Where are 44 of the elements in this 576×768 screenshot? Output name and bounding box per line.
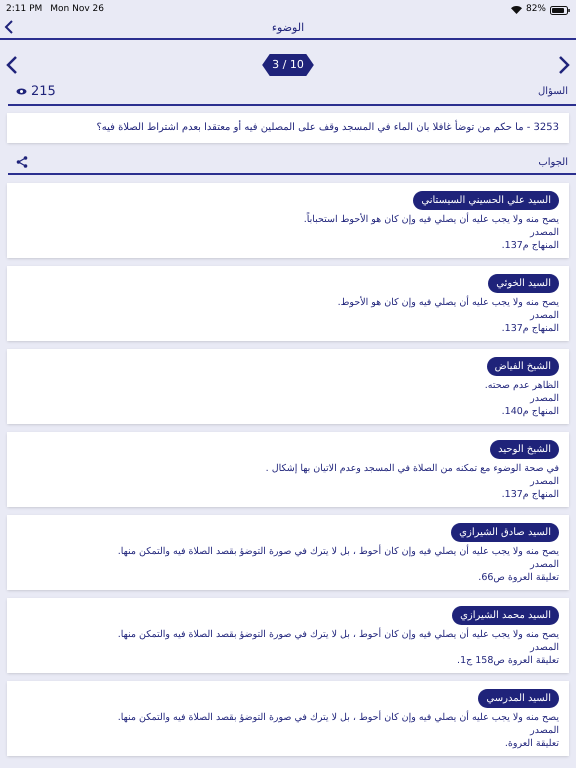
battery-percent: 82% xyxy=(526,3,546,16)
wifi-icon xyxy=(510,6,522,14)
answer-text: الظاهر عدم صحته. xyxy=(484,378,559,392)
scholar-badge: السيد الخوئي xyxy=(488,274,559,292)
source-label: المصدر xyxy=(530,474,559,488)
answer-text: يصح منه ولا يجب عليه أن يصلي فيه وإن كان أحوط ، بل لا يترك في صورة التوضؤ بقصد الصلاة فيه والتمكن منها. xyxy=(118,710,559,724)
status-time: 2:11 PM xyxy=(6,3,42,16)
source-label: المصدر xyxy=(530,226,559,238)
source-reference: تعليقة العروة ص158 ج1. xyxy=(457,654,559,666)
share-button[interactable] xyxy=(16,156,28,168)
scholar-badge: السيد محمد الشيرازي xyxy=(452,606,559,624)
source-reference: المنهاج م137. xyxy=(502,322,559,334)
scholar-badge: السيد علي الحسيني السيستاني xyxy=(413,190,559,210)
back-button[interactable] xyxy=(4,20,14,34)
source-label: المصدر xyxy=(530,640,559,654)
eye-icon xyxy=(16,88,27,96)
scholar-badge: السيد صادق الشيرازي xyxy=(451,522,559,542)
section-heading: السؤال xyxy=(538,85,568,100)
answer-text: يصح منه ولا يجب عليه أن يصلي فيه وإن كان أحوط ، بل لا يترك في صورة التوضؤ بقصد الصلاة فيه والتمكن منها. xyxy=(118,628,559,640)
section-heading: الجواب xyxy=(538,156,568,170)
previous-button[interactable] xyxy=(6,56,18,74)
source-reference: تعليقة العروة. xyxy=(504,736,559,750)
answer-text: يصح منه ولا يجب عليه أن يصلي فيه وإن كان هو الأحوط. xyxy=(338,296,559,308)
source-reference: تعليقة العروة ص66. xyxy=(478,570,559,584)
source-label: المصدر xyxy=(530,308,559,322)
source-label: المصدر xyxy=(530,558,559,570)
source-label: المصدر xyxy=(530,392,559,404)
status-date: Mon Nov 26 xyxy=(50,3,104,16)
answer-text: يصح منه ولا يجب عليه أن يصلي فيه وإن كان أحوط ، بل لا يترك في صورة التوضؤ بقصد الصلاة فيه والتمكن منها. xyxy=(118,544,559,558)
scholar-badge: الشيخ الوحيد xyxy=(490,440,559,458)
answer-text: يصح منه ولا يجب عليه أن يصلي فيه وإن كان هو الأحوط استحباباً. xyxy=(304,212,559,226)
nav-title: الوضوء xyxy=(272,20,304,36)
source-reference: المنهاج م137. xyxy=(502,238,559,252)
page-indicator: 3 / 10 xyxy=(262,54,314,76)
scholar-badge: السيد المدرسي xyxy=(478,688,559,708)
battery-icon xyxy=(550,6,570,14)
source-label: المصدر xyxy=(530,724,559,736)
source-reference: المنهاج م137. xyxy=(502,488,559,500)
scholar-badge: الشيخ الفياض xyxy=(486,356,559,376)
question-card: 3253 - ما حكم من توضأ غافلا بان الماء في المسجد وقف على المصلين فيه أو معتقدا بعدم اشتراط الصلاة فيه؟ xyxy=(7,112,569,142)
answer-text: في صحة الوضوء مع تمكنه من الصلاة في المسجد وعدم الاتيان بها إشكال . xyxy=(266,462,559,474)
next-button[interactable] xyxy=(558,56,570,74)
source-reference: المنهاج م140. xyxy=(502,404,559,418)
view-count: 215 xyxy=(31,83,56,101)
